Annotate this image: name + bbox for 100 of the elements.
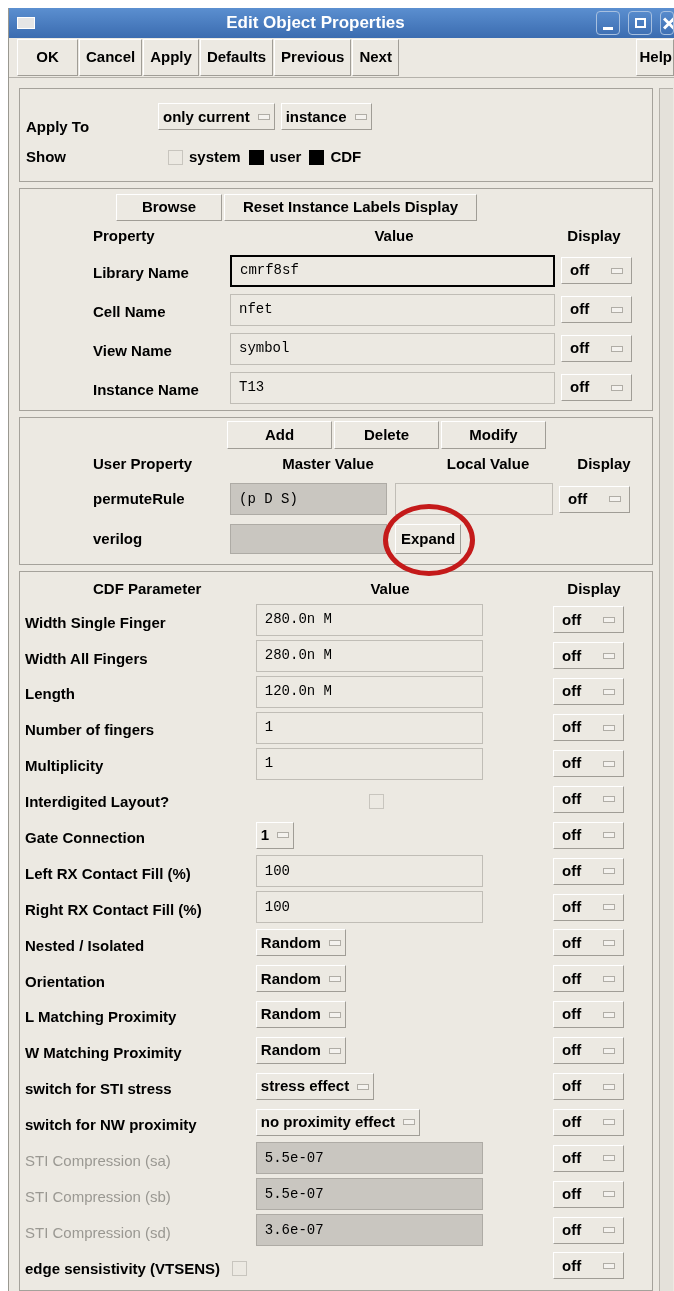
close-icon[interactable] — [660, 11, 674, 35]
cycle-button[interactable]: off — [553, 1252, 624, 1280]
cycle-button[interactable]: off — [561, 257, 632, 284]
cycle-button[interactable]: off — [553, 785, 624, 813]
cycle-button[interactable]: off — [559, 485, 630, 513]
toolbar-button[interactable]: Previous — [274, 39, 352, 76]
cycle-button[interactable]: Random — [255, 1037, 346, 1065]
parameter-label: switch for NW proximity — [25, 1115, 198, 1136]
expand-button[interactable]: Expand — [395, 524, 461, 554]
parameter-label: Right RX Contact Fill (%) — [25, 899, 203, 920]
column-header: Local Value — [445, 453, 531, 474]
parameter-label: Orientation — [25, 971, 106, 992]
parameter-label: Left RX Contact Fill (%) — [25, 863, 192, 884]
column-header: Display — [566, 578, 622, 599]
checkbox[interactable] — [309, 149, 325, 165]
cycle-button[interactable]: off — [553, 929, 624, 957]
input-field[interactable] — [395, 483, 553, 515]
cycle-button[interactable]: off — [561, 374, 632, 401]
parameter-label: STI Compression (sb) — [25, 1186, 172, 1207]
maximize-icon[interactable] — [628, 11, 652, 35]
cycle-button[interactable]: off — [553, 642, 624, 670]
minimize-icon[interactable] — [596, 11, 620, 35]
input-field[interactable]: T13 — [230, 371, 555, 404]
column-header: CDF Parameter — [92, 578, 203, 599]
cycle-button[interactable]: off — [553, 893, 624, 921]
cycle-button[interactable]: off — [561, 335, 632, 362]
property-label: View Name — [92, 341, 173, 362]
toolbar-button[interactable]: Apply — [143, 39, 199, 76]
toolbar-button[interactable]: Next — [352, 39, 399, 76]
input-field[interactable]: 120.0n M — [255, 675, 483, 708]
property-label: Cell Name — [92, 302, 167, 323]
parameter-label: Nested / Isolated — [25, 935, 146, 956]
input-field[interactable]: nfet — [230, 293, 555, 326]
checkbox-label: user — [269, 147, 302, 167]
input-field[interactable]: 100 — [255, 855, 483, 888]
panel-button[interactable]: Modify — [441, 421, 546, 449]
parameter-label: Number of fingers — [25, 720, 156, 741]
panel-button[interactable]: Browse — [116, 194, 222, 221]
panel-button[interactable]: Delete — [334, 421, 439, 449]
parameter-label: Width All Fingers — [25, 648, 149, 669]
cycle-button[interactable]: no proximity effect — [255, 1108, 420, 1136]
help-button[interactable]: Help — [636, 39, 674, 76]
input-field[interactable]: symbol — [230, 332, 555, 365]
parameter-label: STI Compression (sa) — [25, 1151, 172, 1172]
cycle-button[interactable]: Random — [255, 965, 346, 993]
column-header: Value — [369, 578, 411, 599]
input-field[interactable]: cmrf8sf — [230, 254, 555, 287]
cycle-button[interactable]: off — [553, 606, 624, 634]
cycle-button[interactable]: off — [553, 965, 624, 993]
parameter-label: Gate Connection — [25, 828, 146, 849]
parameter-label: edge sensistivity (VTSENS) — [25, 1258, 221, 1279]
toolbar-button[interactable]: Cancel — [79, 39, 143, 76]
property-label: permuteRule — [92, 488, 186, 509]
checkbox-label: system — [189, 147, 241, 167]
parameter-label: Multiplicity — [25, 756, 105, 777]
cycle-button[interactable]: instance — [280, 103, 372, 131]
property-label: verilog — [92, 528, 144, 549]
column-header: Value — [373, 225, 415, 246]
window-title: Edit Object Properties — [225, 12, 406, 35]
column-header: Property — [92, 225, 156, 246]
cycle-button[interactable]: stress effect — [255, 1073, 375, 1100]
toolbar-button[interactable]: Defaults — [199, 39, 274, 76]
parameter-label: STI Compression (sd) — [25, 1222, 172, 1243]
column-header: Display — [576, 453, 632, 474]
apply-to-label: Apply To — [26, 116, 91, 137]
input-field[interactable]: 1 — [255, 747, 483, 780]
toolbar-button[interactable]: OK — [17, 39, 78, 76]
show-label: Show — [26, 147, 67, 167]
parameter-label: switch for STI stress — [25, 1079, 173, 1100]
parameter-label: W Matching Proximity — [25, 1043, 183, 1064]
cycle-button[interactable]: only current — [158, 103, 275, 131]
scrollbar[interactable] — [659, 88, 673, 1291]
cycle-button[interactable]: Random — [255, 1001, 346, 1029]
input-field[interactable]: 100 — [255, 891, 483, 924]
cycle-button[interactable]: off — [553, 821, 624, 849]
cycle-button[interactable]: Random — [255, 929, 346, 957]
property-label: Instance Name — [92, 380, 200, 401]
cycle-button[interactable]: off — [553, 750, 624, 777]
column-header: Display — [566, 225, 622, 246]
cycle-button[interactable]: off — [553, 1001, 624, 1029]
cycle-button[interactable]: 1 — [255, 821, 295, 849]
input-field[interactable]: 280.0n M — [255, 603, 483, 636]
cycle-button[interactable]: off — [553, 714, 624, 742]
panel-button[interactable]: Reset Instance Labels Display — [224, 194, 478, 221]
panel-button[interactable]: Add — [227, 421, 332, 449]
cycle-button[interactable]: off — [553, 857, 624, 885]
property-label: Library Name — [92, 263, 190, 284]
input-field[interactable]: (p D S) — [230, 483, 387, 515]
input-field[interactable]: 1 — [255, 711, 483, 744]
input-field[interactable]: 280.0n M — [255, 639, 483, 672]
cycle-button[interactable]: off — [553, 1037, 624, 1065]
cycle-button[interactable]: off — [553, 678, 624, 706]
cycle-button[interactable]: off — [553, 1073, 624, 1100]
cycle-button[interactable]: off — [553, 1108, 624, 1136]
parameter-label: L Matching Proximity — [25, 1007, 178, 1028]
checkbox[interactable] — [248, 149, 264, 165]
column-header: User Property — [92, 453, 194, 474]
column-header: Master Value — [281, 453, 375, 474]
cycle-button[interactable]: off — [561, 296, 632, 323]
parameter-label: Interdigited Layout? — [25, 792, 170, 813]
